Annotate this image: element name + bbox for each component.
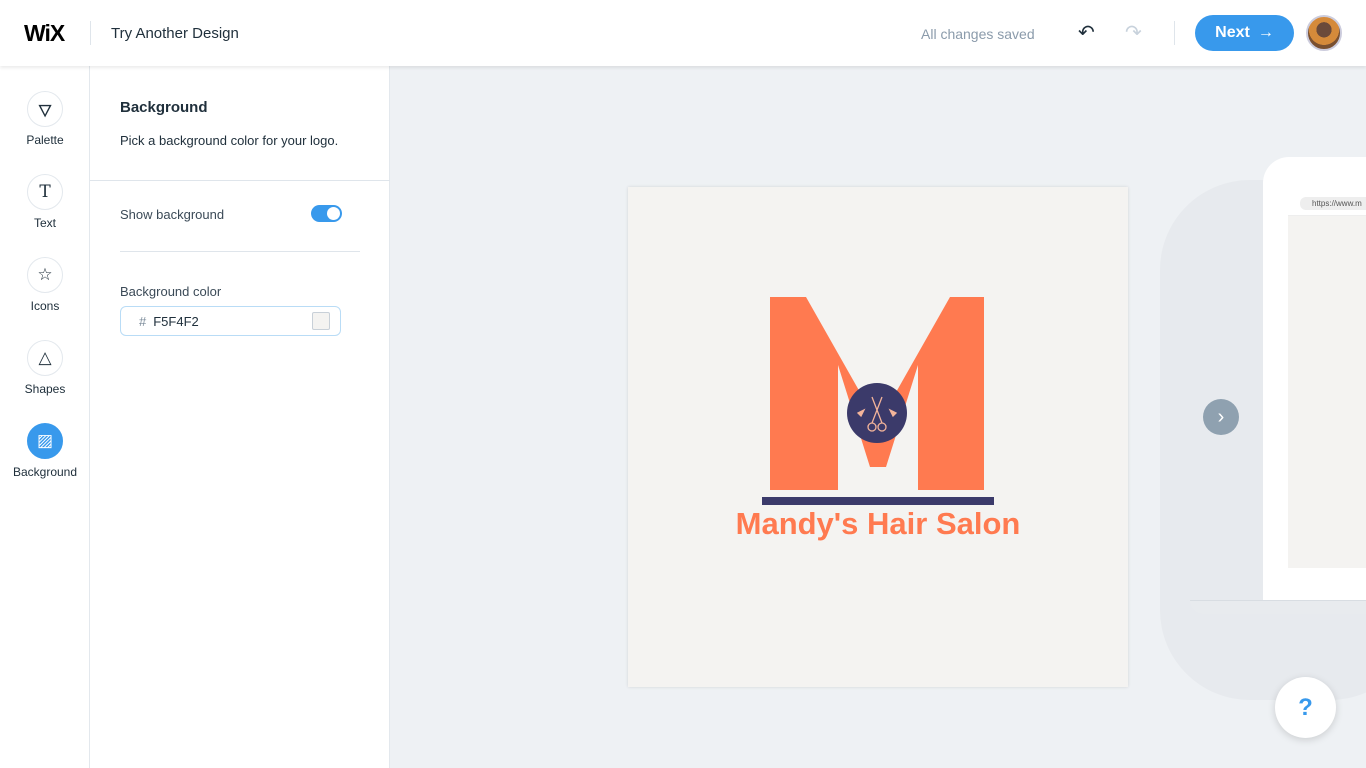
next-button[interactable]: Next →: [1195, 15, 1294, 51]
mockup-url-bar: https://www.m: [1288, 190, 1366, 216]
panel-title: Background: [120, 99, 208, 116]
background-color-input[interactable]: # F5F4F2: [120, 306, 341, 336]
shapes-icon: △: [27, 340, 63, 376]
text-icon: T: [27, 174, 63, 210]
arrow-right-icon: →: [1257, 24, 1274, 41]
background-panel: Background Pick a background color for y…: [90, 66, 390, 768]
laptop-mockup: M https://www.m: [1263, 157, 1366, 607]
avatar[interactable]: [1306, 15, 1342, 51]
panel-description: Pick a background color for your logo.: [120, 133, 339, 148]
background-icon: ▨: [27, 423, 63, 459]
laptop-base: [1190, 600, 1366, 614]
rail-item-icons[interactable]: ☆ Icons: [0, 257, 90, 313]
undo-icon[interactable]: ↶: [1078, 20, 1095, 45]
rail-item-background[interactable]: ▨ Background: [0, 423, 90, 479]
tool-rail: 🜄 Palette T Text ☆ Icons △ Shapes ▨ Backgroun…: [0, 66, 90, 768]
help-button[interactable]: ?: [1275, 677, 1336, 738]
wix-logo[interactable]: WiX: [24, 20, 65, 47]
show-background-toggle[interactable]: [311, 205, 342, 222]
logo-preview: Mandy's Hair Salon: [628, 187, 1128, 687]
rail-item-text[interactable]: T Text: [0, 174, 90, 230]
mockup-screen: M: [1288, 190, 1366, 568]
color-value: F5F4F2: [153, 313, 199, 329]
drop-icon: 🜄: [27, 91, 63, 127]
logo-graphic: [762, 297, 994, 505]
background-color-label: Background color: [120, 284, 222, 299]
rail-label: Palette: [26, 133, 64, 147]
next-preview-button[interactable]: ›: [1203, 399, 1239, 435]
try-another-design-link[interactable]: Try Another Design: [111, 25, 239, 42]
rail-label: Background: [12, 465, 78, 479]
hash-prefix: #: [139, 313, 147, 329]
scissors-badge: [847, 383, 907, 443]
color-swatch[interactable]: [312, 312, 330, 330]
show-background-label: Show background: [120, 207, 225, 222]
brand-name: Mandy's Hair Salon: [735, 506, 1021, 541]
rail-label: Text: [33, 216, 56, 230]
star-icon: ☆: [27, 257, 63, 293]
underline-bar: [762, 497, 994, 505]
save-status: All changes saved: [921, 26, 1035, 42]
rail-label: Icons: [30, 299, 60, 313]
top-bar: WiX Try Another Design All changes saved…: [0, 0, 1366, 66]
next-label: Next: [1215, 24, 1250, 41]
divider: [90, 180, 390, 181]
mockup-url: https://www.m: [1300, 197, 1366, 210]
redo-icon[interactable]: ↷: [1125, 20, 1142, 45]
rail-item-shapes[interactable]: △ Shapes: [0, 340, 90, 396]
rail-label: Shapes: [24, 382, 66, 396]
rail-item-palette[interactable]: 🜄 Palette: [0, 91, 90, 147]
divider: [120, 251, 360, 252]
divider: [90, 21, 91, 45]
chevron-right-icon: ›: [1217, 405, 1225, 428]
divider: [1174, 21, 1175, 45]
